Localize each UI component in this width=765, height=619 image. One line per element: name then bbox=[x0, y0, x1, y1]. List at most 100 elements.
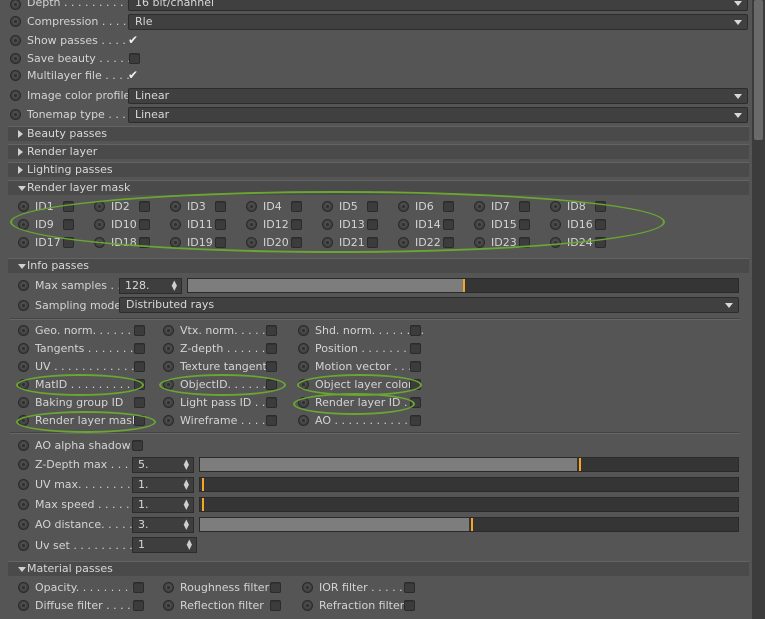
material-pass-checkbox[interactable] bbox=[133, 582, 144, 593]
spinner-icon[interactable]: ▲ ▼ bbox=[184, 499, 189, 511]
id-radio[interactable] bbox=[18, 201, 29, 212]
info-pass-radio[interactable] bbox=[298, 415, 309, 426]
material-pass-radio[interactable] bbox=[163, 600, 174, 611]
info-pass-checkbox[interactable] bbox=[410, 343, 421, 354]
info-pass-radio[interactable] bbox=[18, 361, 29, 372]
slider-row-radio[interactable] bbox=[18, 479, 29, 490]
ao-alpha-shadow-radio[interactable] bbox=[18, 440, 29, 451]
spinner-icon[interactable]: ▲ ▼ bbox=[184, 479, 189, 491]
slider-thumb[interactable] bbox=[463, 279, 465, 292]
section-title: Render layer bbox=[27, 145, 98, 158]
show-passes-checkbox[interactable]: ✔ bbox=[128, 34, 138, 46]
info-pass-radio[interactable] bbox=[163, 325, 174, 336]
material-pass-radio[interactable] bbox=[302, 582, 313, 593]
slider-row-input[interactable]: 3. ▲ ▼ bbox=[132, 517, 194, 533]
info-pass-radio[interactable] bbox=[18, 325, 29, 336]
uv-set-radio[interactable] bbox=[18, 540, 29, 551]
slider-row-track[interactable] bbox=[199, 457, 739, 472]
section-info-passes[interactable]: Info passes bbox=[8, 258, 749, 273]
info-pass-checkbox[interactable] bbox=[266, 325, 277, 336]
color-profile-dropdown[interactable]: Linear bbox=[128, 88, 748, 104]
info-pass-radio[interactable] bbox=[163, 415, 174, 426]
max-samples-slider[interactable] bbox=[187, 278, 739, 293]
info-pass-checkbox[interactable] bbox=[134, 325, 145, 336]
spinner-icon[interactable]: ▲ ▼ bbox=[184, 459, 189, 471]
spinner-icon[interactable]: ▲ ▼ bbox=[187, 539, 192, 551]
material-pass-checkbox[interactable] bbox=[404, 582, 415, 593]
scrollbar-thumb[interactable] bbox=[754, 0, 763, 140]
slider-row-track[interactable] bbox=[199, 517, 739, 532]
material-pass-checkbox[interactable] bbox=[270, 600, 281, 611]
info-pass-label: Baking group ID bbox=[35, 396, 124, 409]
compression-dropdown[interactable]: Rle bbox=[128, 14, 748, 30]
info-pass-checkbox[interactable] bbox=[266, 397, 277, 408]
slider-row-radio[interactable] bbox=[18, 499, 29, 510]
save-beauty-checkbox[interactable] bbox=[129, 53, 140, 64]
sampling-mode-radio[interactable] bbox=[18, 300, 29, 311]
material-pass-checkbox[interactable] bbox=[270, 582, 281, 593]
info-pass-radio[interactable] bbox=[298, 361, 309, 372]
material-pass-radio[interactable] bbox=[302, 600, 313, 611]
info-pass-checkbox[interactable] bbox=[134, 397, 145, 408]
show-passes-radio[interactable] bbox=[10, 35, 21, 46]
section-title: Info passes bbox=[27, 259, 89, 272]
spinner-icon[interactable]: ▲ ▼ bbox=[184, 519, 189, 531]
id-radio[interactable] bbox=[18, 237, 29, 248]
slider-row-track[interactable] bbox=[199, 477, 739, 492]
info-pass-checkbox[interactable] bbox=[134, 343, 145, 354]
slider-row-input[interactable]: 1. ▲ ▼ bbox=[132, 497, 194, 513]
slider-thumb[interactable] bbox=[471, 518, 473, 531]
max-samples-radio[interactable] bbox=[18, 280, 29, 291]
info-pass-checkbox[interactable] bbox=[410, 361, 421, 372]
section-beauty-passes[interactable]: Beauty passes bbox=[8, 126, 749, 141]
slider-thumb[interactable] bbox=[579, 458, 581, 471]
slider-row-radio[interactable] bbox=[18, 519, 29, 530]
info-pass-label: Position . . . . . . . . . bbox=[315, 342, 421, 355]
info-pass-radio[interactable] bbox=[18, 343, 29, 354]
compression-radio[interactable] bbox=[10, 16, 21, 27]
depth-dropdown[interactable]: 16 bit/channel bbox=[128, 0, 748, 11]
section-render-layer[interactable]: Render layer bbox=[8, 144, 749, 159]
info-pass-radio[interactable] bbox=[298, 343, 309, 354]
tonemap-radio[interactable] bbox=[10, 109, 21, 120]
slider-row-track[interactable] bbox=[199, 497, 739, 512]
compression-label: Compression . . . . bbox=[27, 15, 127, 28]
spinner-icon[interactable]: ▲ ▼ bbox=[172, 280, 177, 292]
uv-set-input[interactable]: 1 ▲ ▼ bbox=[132, 537, 197, 553]
section-material-passes[interactable]: Material passes bbox=[8, 561, 749, 576]
ao-alpha-shadow-checkbox[interactable] bbox=[132, 440, 143, 451]
info-pass-checkbox[interactable] bbox=[134, 361, 145, 372]
slider-thumb[interactable] bbox=[202, 498, 204, 511]
max-samples-input[interactable]: 128. ▲ ▼ bbox=[119, 278, 182, 294]
tonemap-dropdown[interactable]: Linear bbox=[128, 107, 748, 123]
info-pass-radio[interactable] bbox=[163, 397, 174, 408]
info-pass-radio[interactable] bbox=[163, 343, 174, 354]
slider-row-input[interactable]: 5. ▲ ▼ bbox=[132, 457, 194, 473]
info-pass-radio[interactable] bbox=[163, 361, 174, 372]
material-pass-checkbox[interactable] bbox=[133, 600, 144, 611]
material-pass-radio[interactable] bbox=[163, 582, 174, 593]
collapse-triangle-icon bbox=[18, 567, 26, 572]
material-pass-radio[interactable] bbox=[18, 582, 29, 593]
material-pass-checkbox[interactable] bbox=[404, 600, 415, 611]
info-pass-checkbox[interactable] bbox=[266, 415, 277, 426]
info-pass-radio[interactable] bbox=[18, 397, 29, 408]
info-pass-checkbox[interactable] bbox=[410, 325, 421, 336]
sampling-mode-value: Distributed rays bbox=[126, 298, 215, 311]
depth-radio[interactable] bbox=[10, 0, 21, 10]
info-pass-checkbox[interactable] bbox=[266, 343, 277, 354]
slider-thumb[interactable] bbox=[202, 478, 204, 491]
info-pass-checkbox[interactable] bbox=[266, 361, 277, 372]
expand-triangle-icon bbox=[18, 148, 23, 156]
multilayer-radio[interactable] bbox=[10, 70, 21, 81]
multilayer-checkbox[interactable]: ✔ bbox=[128, 69, 138, 81]
section-lighting-passes[interactable]: Lighting passes bbox=[8, 162, 749, 177]
slider-row-input[interactable]: 1. ▲ ▼ bbox=[132, 477, 194, 493]
info-pass-checkbox[interactable] bbox=[410, 415, 421, 426]
color-profile-radio[interactable] bbox=[10, 90, 21, 101]
sampling-mode-dropdown[interactable]: Distributed rays bbox=[119, 297, 739, 313]
slider-row-radio[interactable] bbox=[18, 459, 29, 470]
material-pass-radio[interactable] bbox=[18, 600, 29, 611]
info-pass-radio[interactable] bbox=[298, 325, 309, 336]
save-beauty-radio[interactable] bbox=[10, 53, 21, 64]
